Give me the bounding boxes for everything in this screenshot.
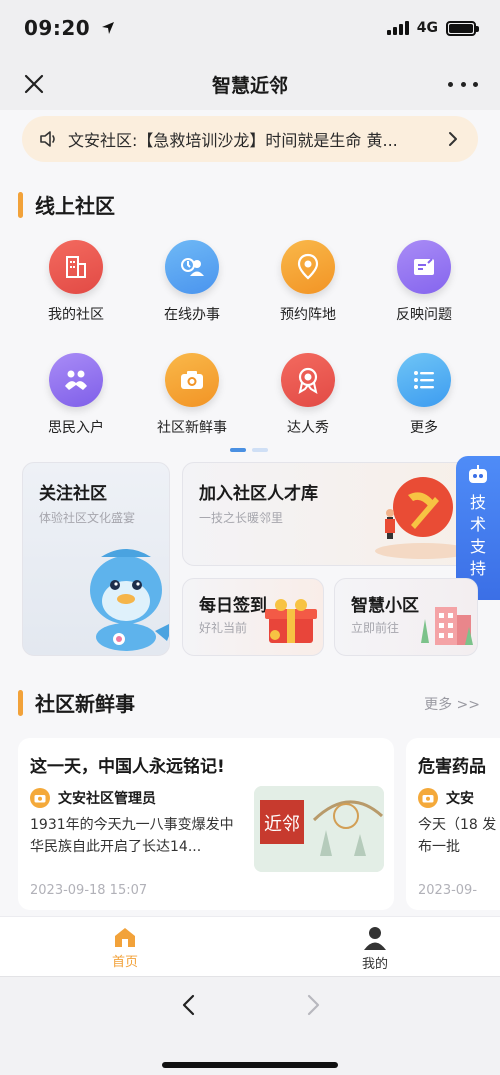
news-title: 这一天，中国人永远铭记! bbox=[30, 757, 225, 777]
user-icon bbox=[364, 927, 386, 950]
page-dot-active bbox=[230, 448, 246, 452]
news-thumbnail: 近邻 bbox=[254, 786, 384, 872]
building-icon bbox=[49, 240, 103, 294]
follow-community-card[interactable]: 关注社区 体验社区文化盛宴 bbox=[22, 462, 170, 656]
signal-icon bbox=[386, 21, 409, 35]
grid-item-report-issue[interactable]: 反映问题 bbox=[366, 240, 482, 353]
grid-label: 社区新鲜事 bbox=[157, 420, 227, 436]
more-icon[interactable] bbox=[448, 72, 478, 96]
camera-icon bbox=[418, 788, 438, 808]
card-title: 每日签到 bbox=[199, 596, 267, 616]
bottom-tab-bar: 首页 我的 bbox=[0, 916, 500, 976]
tab-label: 我的 bbox=[361, 957, 388, 972]
grid-item-reserve-venue[interactable]: 预约阵地 bbox=[250, 240, 366, 353]
grid-item-online-service[interactable]: 在线办事 bbox=[134, 240, 250, 353]
nav-bar: 智慧近邻 bbox=[0, 58, 500, 110]
section-title: 社区新鲜事 bbox=[35, 692, 135, 716]
list-icon bbox=[397, 353, 451, 407]
news-date: 2023-09- bbox=[418, 883, 478, 898]
smart-community-card[interactable]: 智慧小区 立即前往 bbox=[334, 578, 478, 656]
news-author: 文安社区管理员 bbox=[30, 788, 156, 808]
battery-icon bbox=[446, 20, 479, 36]
back-arrow-icon[interactable] bbox=[178, 993, 202, 1017]
grid-item-home-visit[interactable]: 思民入户 bbox=[18, 353, 134, 466]
grid-item-more[interactable]: 更多 bbox=[366, 353, 482, 466]
location-arrow-icon bbox=[101, 22, 114, 34]
card-subtitle: 一技之长暖邻里 bbox=[199, 511, 284, 525]
tab-label: 首页 bbox=[111, 955, 138, 970]
grid-label: 达人秀 bbox=[287, 420, 329, 436]
apartment-building-icon bbox=[421, 607, 473, 645]
card-title: 加入社区人才库 bbox=[199, 484, 318, 504]
news-summary: 1931年的今天九一八事变爆发中华民族自此开启了长达14... bbox=[30, 817, 234, 855]
card-title: 关注社区 bbox=[39, 484, 107, 504]
speaker-icon bbox=[40, 131, 55, 147]
more-news-link[interactable]: 更多 >> bbox=[424, 694, 480, 714]
notice-banner[interactable]: 文安社区:【急救培训沙龙】时间就是生命 黄... bbox=[22, 116, 478, 162]
page-indicator bbox=[230, 448, 268, 452]
news-section-header: 社区新鲜事 bbox=[18, 688, 135, 717]
camera-icon bbox=[165, 353, 219, 407]
page-dot bbox=[252, 448, 268, 452]
grid-item-my-community[interactable]: 我的社区 bbox=[18, 240, 134, 353]
gift-box-icon bbox=[265, 599, 317, 643]
grid-label: 思民入户 bbox=[48, 420, 104, 436]
news-card[interactable]: 这一天，中国人永远铭记! 文安社区管理员 1931年的今天九一八事变爆发中华民族… bbox=[18, 738, 394, 910]
network-type: 4G bbox=[416, 20, 438, 36]
news-date: 2023-09-18 15:07 bbox=[30, 883, 148, 898]
grid-label: 反映问题 bbox=[396, 307, 452, 323]
tab-home[interactable]: 首页 bbox=[0, 917, 250, 976]
medal-icon bbox=[281, 353, 335, 407]
notice-text: 文安社区:【急救培训沙龙】时间就是生命 黄... bbox=[68, 131, 398, 150]
news-summary: 今天（18 发布一批 bbox=[418, 817, 497, 855]
news-author-name: 文安 bbox=[446, 791, 474, 807]
feedback-icon bbox=[397, 240, 451, 294]
tab-mine[interactable]: 我的 bbox=[250, 917, 500, 976]
status-time: 09:20 bbox=[24, 16, 116, 40]
robot-icon bbox=[469, 465, 487, 483]
card-subtitle: 体验社区文化盛宴 bbox=[39, 511, 136, 525]
section-title: 线上社区 bbox=[35, 194, 115, 218]
grid-label: 在线办事 bbox=[164, 307, 220, 323]
chevron-right-icon bbox=[449, 132, 457, 146]
news-title: 危害药品 bbox=[418, 757, 486, 777]
service-grid: 我的社区 在线办事 预约阵地 反映问题 思民入户 社区新鲜事 达人秀 更多 bbox=[18, 240, 482, 466]
card-subtitle: 好礼当前 bbox=[199, 621, 248, 635]
status-indicators: 4G bbox=[386, 20, 479, 36]
status-bar: 09:20 4G bbox=[0, 0, 500, 58]
grid-label: 我的社区 bbox=[48, 307, 104, 323]
daily-checkin-card[interactable]: 每日签到 好礼当前 bbox=[182, 578, 324, 656]
card-subtitle: 立即前往 bbox=[351, 621, 400, 635]
section-accent-bar bbox=[18, 689, 23, 716]
browser-toolbar bbox=[0, 976, 500, 1075]
news-author: 文安 bbox=[418, 788, 474, 808]
talent-pool-card[interactable]: 加入社区人才库 一技之长暖邻里 bbox=[182, 462, 478, 566]
camera-icon bbox=[30, 788, 50, 808]
section-accent-bar bbox=[18, 191, 23, 218]
location-pin-icon bbox=[281, 240, 335, 294]
forward-arrow-icon[interactable] bbox=[300, 993, 324, 1017]
home-indicator bbox=[162, 1062, 338, 1068]
handshake-icon bbox=[49, 353, 103, 407]
main-content: 文安社区:【急救培训沙龙】时间就是生命 黄... 线上社区 我的社区 在线办事 bbox=[0, 110, 500, 916]
home-icon bbox=[115, 928, 135, 947]
grid-label: 更多 bbox=[410, 420, 438, 436]
online-section-header: 线上社区 bbox=[18, 190, 115, 219]
dolphin-mascot-icon bbox=[90, 549, 169, 651]
card-title: 智慧小区 bbox=[351, 596, 419, 616]
tech-support-label: 技术支持 bbox=[469, 493, 486, 578]
news-card[interactable]: 危害药品 文安 今天（18 发布一批 2023-09- bbox=[406, 738, 500, 910]
news-thumb-text: 近邻 bbox=[264, 814, 300, 835]
grid-label: 预约阵地 bbox=[280, 307, 336, 323]
page-title: 智慧近邻 bbox=[211, 75, 288, 97]
service-icon bbox=[165, 240, 219, 294]
news-author-name: 文安社区管理员 bbox=[58, 791, 156, 807]
